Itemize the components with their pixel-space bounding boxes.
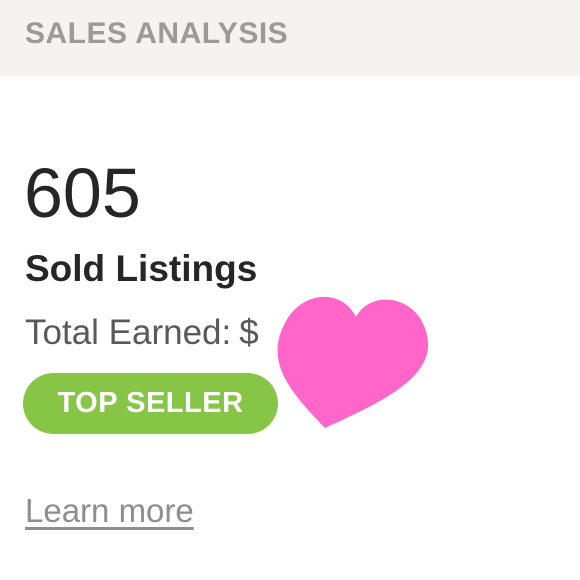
sold-listings-count: 605	[24, 154, 141, 232]
sold-listings-label: Sold Listings	[25, 248, 258, 289]
card-title: SALES ANALYSIS	[25, 17, 289, 50]
learn-more-link[interactable]: Learn more	[25, 492, 194, 530]
top-seller-badge: TOP SELLER	[23, 373, 278, 434]
total-earned-row: Total Earned: $	[25, 313, 259, 353]
sales-analysis-card: SALES ANALYSIS 605 Sold Listings Total E…	[0, 0, 580, 580]
heart-icon	[270, 280, 435, 430]
total-earned-label: Total Earned:	[25, 313, 232, 352]
card-header: SALES ANALYSIS	[0, 0, 580, 76]
total-earned-value: $	[239, 313, 259, 352]
